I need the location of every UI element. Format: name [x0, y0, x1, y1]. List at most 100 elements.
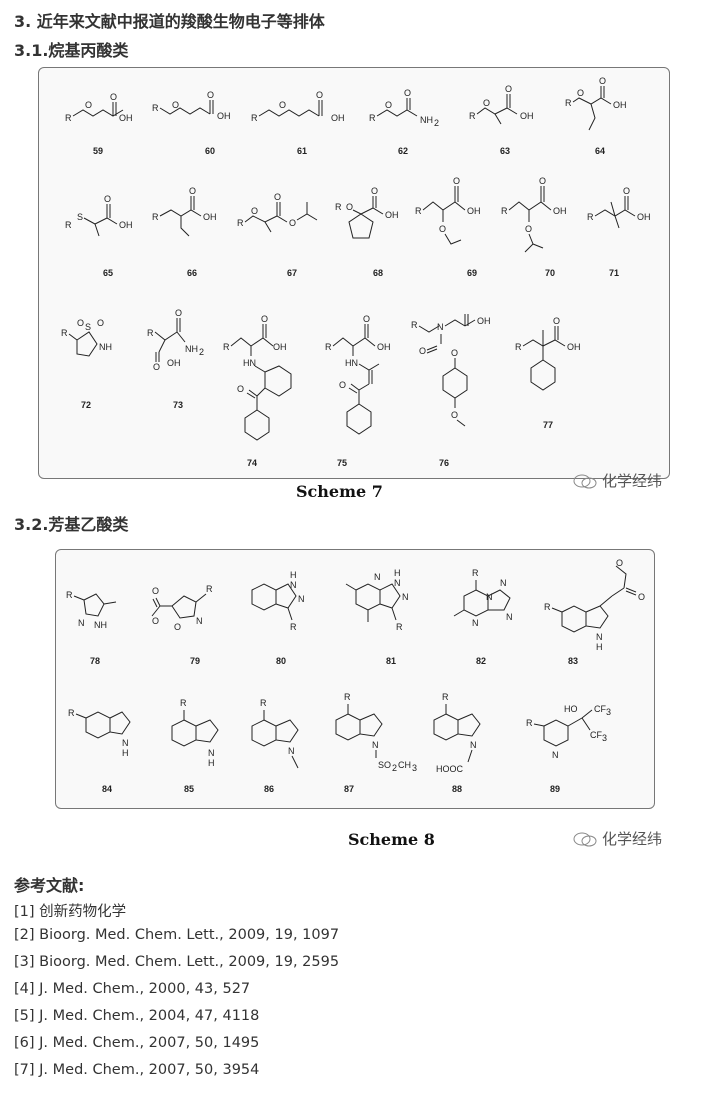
atom-o: O	[152, 586, 159, 596]
compound-number: 66	[187, 268, 197, 278]
atom-oh: OH	[119, 113, 133, 123]
atom-subscript: 2	[199, 347, 204, 357]
atom-n: N	[372, 740, 379, 750]
compound-number: 79	[190, 656, 200, 666]
atom-ho: HO	[564, 704, 578, 714]
scheme7-caption: Scheme 7	[296, 482, 383, 501]
atom-r: R	[344, 692, 351, 702]
atom-o: O	[553, 316, 560, 326]
atom-o: O	[363, 314, 370, 324]
atom-o: O	[419, 346, 426, 356]
atom-o: O	[451, 410, 458, 420]
atom-n: N	[298, 594, 305, 604]
atom-o: O	[539, 176, 546, 186]
compound-number: 84	[102, 784, 112, 794]
compound-75-structure: R O OH HN O	[325, 314, 391, 435]
atom-nh: NH	[185, 344, 198, 354]
atom-o: O	[251, 206, 258, 216]
compound-number: 63	[500, 146, 510, 156]
compound-81-structure: N H N N R	[345, 568, 409, 632]
atom-r: R	[335, 202, 342, 212]
atom-r: R	[501, 206, 508, 216]
atom-r: R	[369, 113, 376, 123]
compound-number: 88	[452, 784, 462, 794]
compound-68-structure: R O O OH	[335, 186, 399, 239]
reference-item: [6] J. Med. Chem., 2007, 50, 1495	[14, 1035, 260, 1051]
atom-r: R	[442, 692, 449, 702]
atom-cf: CF	[590, 730, 602, 740]
atom-r: R	[180, 698, 187, 708]
atom-r: R	[152, 103, 159, 113]
compound-number: 61	[297, 146, 307, 156]
compound-number: 86	[264, 784, 274, 794]
atom-n: N	[290, 580, 297, 590]
atom-subscript: 3	[606, 707, 611, 717]
atom-n: N	[402, 592, 409, 602]
atom-h: H	[208, 758, 215, 768]
compound-79-structure: O O R N O	[151, 584, 213, 632]
compound-78-structure: R N NH	[66, 590, 117, 630]
wechat-icon	[573, 832, 597, 846]
compound-66-structure: R O OH	[152, 186, 217, 237]
compound-59-structure: R O O OH	[65, 92, 133, 123]
reference-item: [2] Bioorg. Med. Chem. Lett., 2009, 19, …	[14, 927, 340, 943]
compound-83-structure: O O R N H	[544, 558, 645, 652]
atom-r: R	[290, 622, 297, 632]
atom-oh: OH	[203, 212, 217, 222]
compound-62-structure: R O O NH 2	[369, 88, 439, 128]
atom-r: R	[147, 328, 154, 338]
atom-r: R	[66, 590, 73, 600]
atom-r: R	[325, 342, 332, 352]
atom-nh: NH	[99, 342, 112, 352]
atom-o: O	[385, 100, 392, 110]
atom-r: R	[152, 212, 159, 222]
compound-67-structure: R O O O	[237, 192, 318, 233]
compound-number: 85	[184, 784, 194, 794]
compound-74-structure: R O OH HN O	[223, 314, 292, 441]
atom-n: N	[78, 618, 85, 628]
atom-n: N	[374, 572, 381, 582]
atom-oh: OH	[467, 206, 481, 216]
compound-number: 60	[205, 146, 215, 156]
compound-number: 76	[439, 458, 449, 468]
scheme8-caption: Scheme 8	[348, 830, 435, 849]
compound-69-structure: R O OH O	[415, 176, 481, 245]
atom-n: N	[288, 746, 295, 756]
atom-o: O	[261, 314, 268, 324]
atom-n: N	[506, 612, 513, 622]
compound-number: 64	[595, 146, 605, 156]
atom-o: O	[237, 384, 244, 394]
atom-r: R	[65, 220, 72, 230]
atom-h: H	[596, 642, 603, 652]
atom-n: N	[196, 616, 203, 626]
atom-r: R	[260, 698, 267, 708]
compound-70-structure: R O OH O	[501, 176, 567, 253]
atom-o: O	[104, 194, 111, 204]
atom-hn: HN	[345, 358, 358, 368]
atom-oh: OH	[567, 342, 581, 352]
reference-item: [3] Bioorg. Med. Chem. Lett., 2009, 19, …	[14, 954, 340, 970]
reference-item: [1] 创新药物化学	[14, 904, 127, 920]
atom-o: O	[439, 224, 446, 234]
atom-h: H	[394, 568, 401, 578]
compound-82-structure: R N N N N	[453, 568, 513, 628]
atom-nh: NH	[94, 620, 107, 630]
compound-85-structure: R N H	[171, 698, 219, 768]
atom-oh: OH	[273, 342, 287, 352]
compound-number: 74	[247, 458, 257, 468]
atom-ch: CH	[398, 760, 411, 770]
compound-number: 71	[609, 268, 619, 278]
atom-o: O	[505, 84, 512, 94]
atom-n: N	[437, 322, 444, 332]
section-title: 3. 近年来文献中报道的羧酸生物电子等排体	[14, 12, 325, 31]
scheme7-structures: R O O OH R O O OH R O O OH R O O NH 2 R …	[61, 76, 651, 468]
atom-n: N	[486, 592, 493, 602]
compound-71-structure: R O OH	[587, 186, 651, 229]
atom-oh: OH	[167, 358, 181, 368]
compound-number: 82	[476, 656, 486, 666]
atom-oh: OH	[331, 113, 345, 123]
compound-84-structure: R N H	[68, 708, 131, 758]
atom-r: R	[237, 218, 244, 228]
compound-72-structure: R S O O NH	[61, 318, 112, 357]
compound-61-structure: R O O OH	[251, 90, 345, 123]
